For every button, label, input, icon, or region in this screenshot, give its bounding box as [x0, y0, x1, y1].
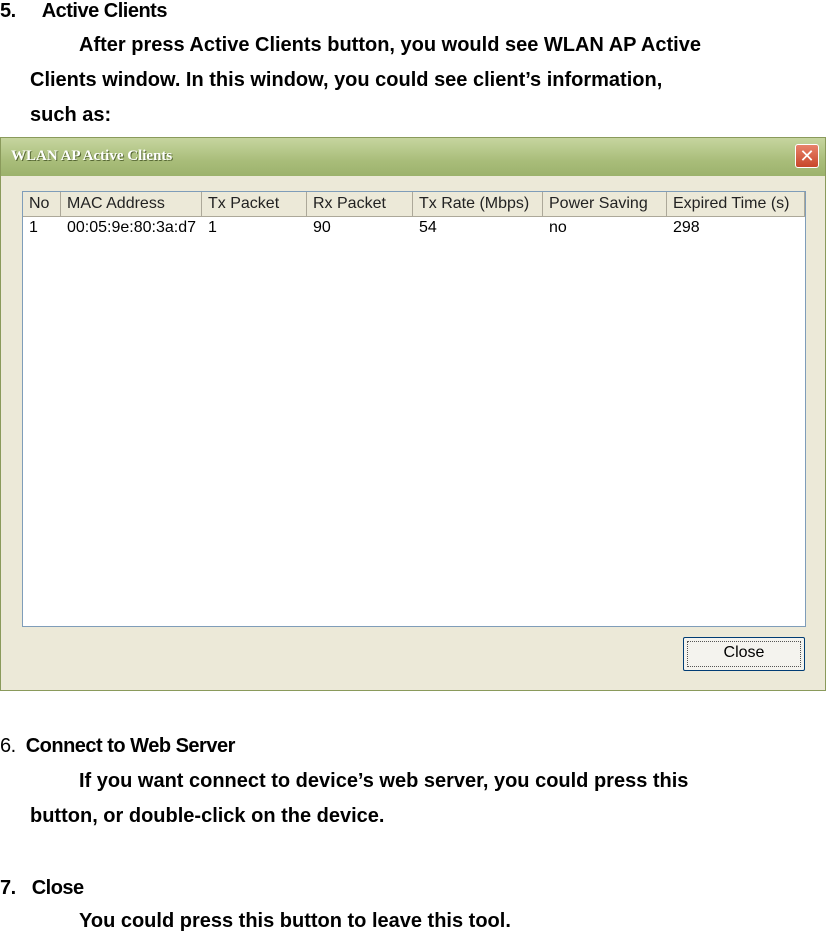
column-header[interactable]: Power Saving	[543, 192, 667, 216]
title-bar: WLAN AP Active Clients ✕	[1, 138, 825, 176]
section-title: Close	[31, 877, 84, 899]
window-title: WLAN AP Active Clients	[11, 148, 173, 164]
cell: 1	[208, 219, 217, 236]
section-title: Active Clients	[41, 0, 168, 22]
column-header[interactable]: Expired Time (s)	[667, 192, 805, 216]
list-header: No MAC Address Tx Packet Rx Packet Tx Ra…	[23, 192, 805, 217]
column-header[interactable]: Rx Packet	[307, 192, 413, 216]
cell: 298	[673, 219, 700, 236]
paragraph-line: Clients window. In this window, you coul…	[30, 69, 663, 91]
close-icon[interactable]: ✕	[795, 144, 819, 168]
paragraph-line: You could press this button to leave thi…	[79, 910, 511, 932]
cell: 90	[313, 219, 331, 236]
section-title: Connect to Web Server	[25, 735, 236, 757]
cell: 1	[29, 219, 38, 236]
paragraph-line: button, or double-click on the device.	[30, 805, 385, 827]
section-7-heading: 7. Close	[0, 877, 84, 900]
paragraph-line: such as:	[30, 104, 112, 126]
column-header[interactable]: MAC Address	[61, 192, 202, 216]
active-clients-window: WLAN AP Active Clients ✕ No MAC Address …	[0, 137, 826, 691]
cell: 00:05:9e:80:3a:d7	[67, 219, 197, 236]
section-6-heading: 6. Connect to Web Server	[0, 735, 235, 758]
column-header[interactable]: Tx Packet	[202, 192, 307, 216]
cell: 54	[419, 219, 437, 236]
close-button[interactable]: Close	[683, 637, 805, 671]
section-number: 5.	[0, 0, 16, 22]
paragraph-line: After press Active Clients button, you w…	[79, 34, 701, 56]
section-5-heading: 5. Active Clients	[0, 0, 167, 23]
focus-ring	[687, 641, 801, 667]
column-header[interactable]: No	[23, 192, 61, 216]
section-number: 7.	[0, 877, 16, 899]
section-number: 6.	[0, 735, 16, 757]
table-row[interactable]: 1 00:05:9e:80:3a:d7 1 90 54 no 298	[23, 217, 805, 239]
paragraph-line: If you want connect to device’s web serv…	[79, 770, 689, 792]
clients-list[interactable]: No MAC Address Tx Packet Rx Packet Tx Ra…	[22, 191, 806, 627]
column-header[interactable]: Tx Rate (Mbps)	[413, 192, 543, 216]
cell: no	[549, 219, 567, 236]
